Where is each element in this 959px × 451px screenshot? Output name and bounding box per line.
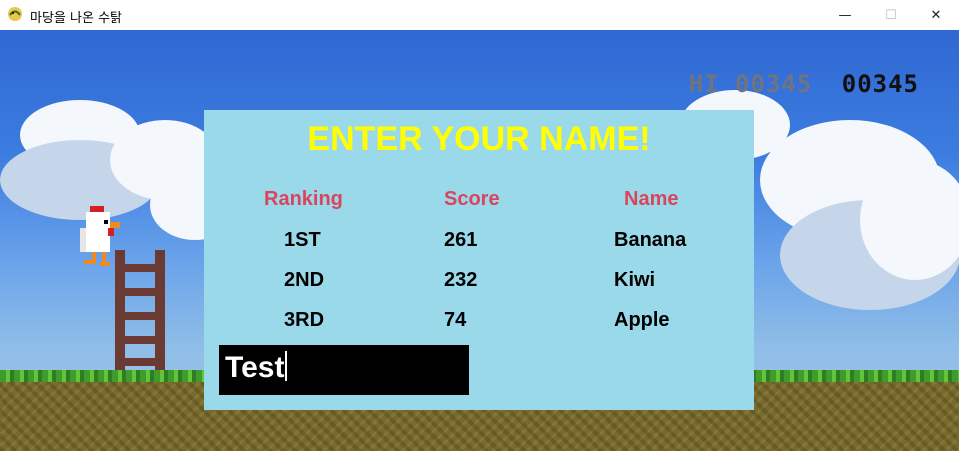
hi-score: 00345 xyxy=(735,70,813,98)
name-input-field[interactable]: Test xyxy=(219,345,469,395)
score-hud: HI 00345 00345 xyxy=(689,70,919,98)
enter-name-dialog: ENTER YOUR NAME! Ranking Score Name 1ST … xyxy=(204,110,754,410)
rank-cell: 1ST xyxy=(284,229,321,251)
name-cell: Banana xyxy=(614,229,687,251)
ranking-header: Ranking xyxy=(264,188,343,210)
name-input-value: Test xyxy=(225,351,285,384)
close-button[interactable]: ✕ xyxy=(913,0,959,30)
text-caret xyxy=(285,351,288,381)
dialog-title: ENTER YOUR NAME! xyxy=(307,120,651,158)
window-titlebar: 마당을 나온 수탉 — ☐ ✕ xyxy=(0,0,959,30)
minimize-button[interactable]: — xyxy=(822,0,868,30)
name-cell: Kiwi xyxy=(614,269,656,291)
score-cell: 261 xyxy=(444,229,478,251)
name-input-text[interactable]: Test xyxy=(225,351,288,385)
game-canvas[interactable]: HI 00345 00345 ENTER YOUR NAME! Ranking … xyxy=(0,30,959,451)
name-header: Name xyxy=(624,188,679,210)
score-cell: 74 xyxy=(444,309,467,331)
maximize-button[interactable]: ☐ xyxy=(868,0,914,30)
rank-cell: 2ND xyxy=(284,269,325,291)
name-cell: Apple xyxy=(614,309,670,331)
cloud xyxy=(860,160,959,280)
hi-label: HI xyxy=(688,70,720,98)
score-header: Score xyxy=(444,188,500,210)
window-title: 마당을 나온 수탉 xyxy=(30,11,122,26)
rank-cell: 3RD xyxy=(284,309,325,331)
chicken-sprite xyxy=(80,206,120,266)
app-snake-icon xyxy=(8,7,22,21)
current-score: 00345 xyxy=(841,70,919,98)
score-cell: 232 xyxy=(444,269,478,291)
